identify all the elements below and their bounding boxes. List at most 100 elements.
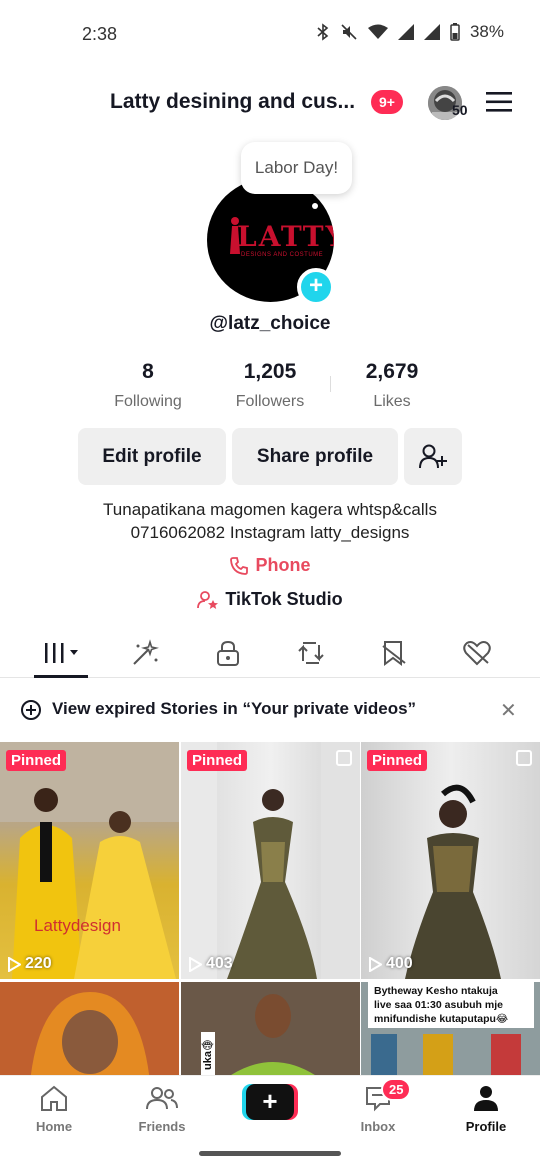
caption-line: Bytheway Kesho ntakuja xyxy=(374,985,498,997)
caption-line: live saa 01:30 asubuh mje xyxy=(374,999,503,1011)
view-count: 403 xyxy=(189,955,233,973)
account-name-title[interactable]: Latty desining and cus... xyxy=(110,90,355,114)
create-button[interactable]: + xyxy=(242,1084,298,1120)
video-grid: Pinned Lattydesign 220 Pinned 403 Pinned… xyxy=(0,742,540,1075)
bio-line-2: 0716062082 Instagram latty_designs xyxy=(130,523,410,542)
wedding-couple-image xyxy=(0,742,179,979)
stat-divider xyxy=(330,376,331,392)
multi-photo-icon xyxy=(516,750,532,766)
gown-model-image xyxy=(181,742,360,979)
tiktok-studio-link[interactable]: TikTok Studio xyxy=(0,589,540,610)
video-thumbnail[interactable]: Pinned 400 xyxy=(361,742,540,979)
expired-stories-text: View expired Stories in “Your private vi… xyxy=(52,699,417,718)
profile-bio: Tunapatikana magomen kagera whtsp&calls … xyxy=(0,498,540,544)
following-count: 8 xyxy=(142,360,154,383)
signal-icon xyxy=(423,24,440,40)
status-time: 2:38 xyxy=(82,24,118,44)
reposts-sparkle-icon xyxy=(133,639,159,665)
woman-hijab-image xyxy=(0,982,179,1075)
bio-line-1: Tunapatikana magomen kagera whtsp&calls xyxy=(103,500,437,519)
tab-videos[interactable] xyxy=(34,630,90,676)
phone-label: Phone xyxy=(255,555,311,575)
view-count-value: 400 xyxy=(386,955,413,972)
view-count-value: 403 xyxy=(206,955,233,972)
profile-icon xyxy=(474,1086,498,1111)
nav-profile[interactable]: Profile xyxy=(446,1084,526,1134)
video-thumbnail[interactable]: uka😂 xyxy=(181,982,360,1075)
avatar-logo-subtext: DESIGNS AND COSTUME xyxy=(241,252,324,258)
play-icon xyxy=(8,956,21,972)
edit-profile-button[interactable]: Edit profile xyxy=(78,428,226,485)
add-friends-button[interactable] xyxy=(404,428,462,485)
nav-profile-label: Profile xyxy=(465,1119,507,1134)
play-icon xyxy=(369,956,382,972)
video-caption-card: Bytheway Kesho ntakuja live saa 01:30 as… xyxy=(368,982,534,1028)
tab-liked[interactable] xyxy=(449,630,505,676)
nav-friends-label: Friends xyxy=(138,1119,186,1134)
home-indicator[interactable] xyxy=(199,1151,341,1156)
friends-icon xyxy=(146,1087,178,1110)
studio-person-star-icon xyxy=(197,590,219,609)
phone-link[interactable]: Phone xyxy=(0,555,540,576)
username: @latz_choice xyxy=(209,313,331,334)
side-caption-text: uka😂 xyxy=(202,1038,214,1070)
video-thumbnail[interactable] xyxy=(0,982,179,1075)
nav-home-label: Home xyxy=(35,1119,73,1134)
hamburger-menu-icon[interactable] xyxy=(486,92,512,112)
nav-friends[interactable]: Friends xyxy=(122,1084,202,1134)
profile-tabs xyxy=(0,630,540,678)
bubble-tail xyxy=(312,203,318,209)
video-thumbnail[interactable]: Pinned 403 xyxy=(181,742,360,979)
pinned-badge: Pinned xyxy=(367,750,428,771)
caption-line: mnifundishe kutaputapu😂 xyxy=(374,1013,509,1025)
signal-icon xyxy=(397,24,414,40)
plus-icon: + xyxy=(246,1084,294,1120)
expired-stories-banner[interactable]: View expired Stories in “Your private vi… xyxy=(0,690,540,728)
tab-reposts[interactable] xyxy=(283,630,339,676)
view-count-value: 220 xyxy=(25,955,52,972)
account-switch-count: 50 xyxy=(452,102,468,118)
wifi-icon xyxy=(367,24,388,39)
favorites-icon xyxy=(382,641,406,666)
stat-likes[interactable]: 2,679 Likes xyxy=(342,360,442,411)
videos-grid-icon xyxy=(45,643,78,663)
active-tab-indicator xyxy=(34,675,88,678)
home-icon xyxy=(41,1085,67,1111)
view-count: 400 xyxy=(369,955,413,973)
add-person-icon xyxy=(419,444,447,468)
inbox-badge: 25 xyxy=(381,1078,412,1101)
profile-note-bubble[interactable]: Labor Day! xyxy=(241,142,352,194)
video-thumbnail[interactable]: Pinned Lattydesign 220 xyxy=(0,742,179,979)
tab-reposts-magic[interactable] xyxy=(117,630,173,676)
tab-private[interactable] xyxy=(200,630,256,676)
multi-photo-icon xyxy=(336,750,352,766)
gown-model-image xyxy=(405,784,501,979)
phone-icon xyxy=(230,556,249,575)
close-icon[interactable]: ✕ xyxy=(500,698,517,723)
following-label: Following xyxy=(114,393,182,410)
likes-count: 2,679 xyxy=(365,360,419,383)
status-icons: 38% xyxy=(316,22,504,42)
share-profile-button[interactable]: Share profile xyxy=(232,428,398,485)
repost-icon xyxy=(298,642,324,664)
pinned-badge: Pinned xyxy=(187,750,248,771)
battery-percent: 38% xyxy=(469,22,504,41)
status-bar: 2:38 38% xyxy=(0,0,540,70)
battery-icon xyxy=(450,23,460,41)
tab-favorites[interactable] xyxy=(366,630,422,676)
bluetooth-icon xyxy=(317,23,329,41)
notification-badge[interactable]: 9+ xyxy=(371,90,403,114)
stat-following[interactable]: 8 Following xyxy=(98,360,198,411)
video-watermark: Lattydesign xyxy=(34,916,121,935)
lock-icon xyxy=(217,640,239,666)
followers-count: 1,205 xyxy=(243,360,297,383)
liked-icon xyxy=(463,641,491,666)
profile-header: Latty desining and cus... 9+ 50 xyxy=(0,80,540,126)
nav-home[interactable]: Home xyxy=(14,1084,94,1134)
likes-label: Likes xyxy=(373,393,411,410)
stat-followers[interactable]: 1,205 Followers xyxy=(220,360,320,411)
add-story-circle-icon xyxy=(21,700,41,720)
add-story-button[interactable]: + xyxy=(297,268,335,306)
avatar-logo-text: LATTY xyxy=(237,220,334,253)
mute-icon xyxy=(341,24,357,40)
